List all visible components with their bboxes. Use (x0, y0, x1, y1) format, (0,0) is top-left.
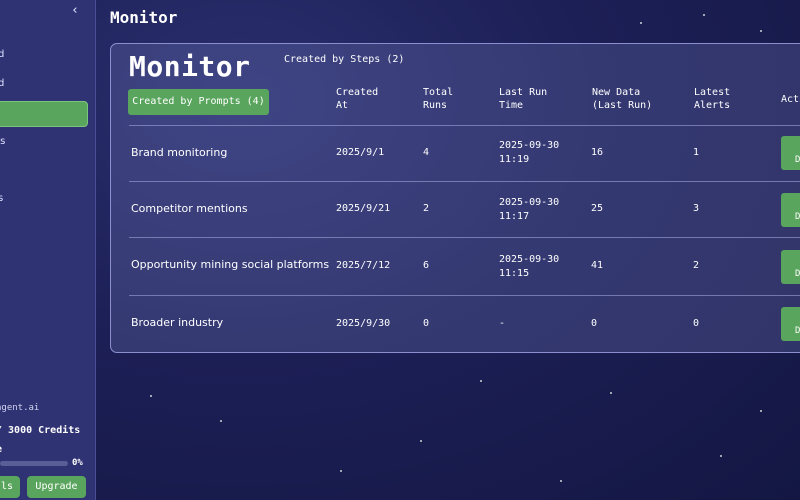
new-data-count: 16 (591, 147, 604, 158)
total-runs: 4 (423, 147, 430, 158)
total-runs: 2 (423, 203, 430, 214)
page-title: Monitor (110, 8, 178, 27)
latest-alerts-count: 3 (693, 203, 700, 214)
column-header-total-runs: Total Runs (423, 86, 453, 112)
sidebar-item-1[interactable]: d (0, 44, 95, 66)
monitor-name[interactable]: Broader industry (131, 315, 223, 330)
last-run-date: 2025-09-30 (499, 254, 560, 265)
last-run-time: 11:17 (499, 211, 530, 222)
last-run-date: 2025-09-30 (499, 140, 560, 151)
column-header-actions: Acti (781, 94, 800, 105)
column-header-line: New Data (592, 87, 641, 98)
column-header-latest-alerts: Latest Alerts (694, 86, 730, 112)
background-star (480, 380, 482, 382)
row-divider (129, 125, 800, 126)
monitor-name[interactable]: Opportunity mining social platforms (131, 257, 329, 272)
column-header-line: (Last Run) (592, 100, 653, 111)
last-run-date: - (499, 318, 506, 329)
new-data-count: 25 (591, 203, 604, 214)
sidebar-item-4[interactable]: es (0, 131, 95, 153)
credits-count: / 3000 Credits (0, 425, 81, 436)
column-header-line: Total (423, 87, 454, 98)
sidebar-item-label: es (0, 136, 6, 147)
tab-created-by-steps[interactable]: Created by Steps (2) (284, 54, 404, 65)
column-header-last-run-time: Last Run Time (499, 86, 547, 112)
monitor-heading: Monitor (129, 50, 251, 83)
chevron-left-icon[interactable]: ‹ (68, 2, 82, 20)
background-star (640, 22, 642, 24)
last-run-time: 11:15 (499, 268, 530, 279)
background-star (560, 480, 562, 482)
background-star (760, 410, 762, 412)
latest-alerts-count: 1 (693, 147, 700, 158)
last-run-date: 2025-09-30 (499, 197, 560, 208)
column-header-line: Alerts (694, 100, 731, 111)
column-header-line: Last Run (499, 87, 548, 98)
row-action-button[interactable]: D (781, 307, 800, 341)
background-star (760, 30, 762, 32)
background-star (220, 420, 222, 422)
row-divider (129, 181, 800, 182)
latest-alerts-count: 0 (693, 318, 700, 329)
total-runs: 6 (423, 260, 430, 271)
monitor-name[interactable]: Brand monitoring (131, 145, 227, 160)
background-star (610, 392, 612, 394)
total-runs: 0 (423, 318, 430, 329)
background-star (720, 455, 722, 457)
column-header-line: Created (336, 87, 379, 98)
credits-usage-percent: 0% (72, 458, 83, 468)
sidebar-item-label: d (0, 73, 4, 95)
monitor-card: Monitor Created by Steps (2) Created by … (110, 43, 800, 353)
row-action-button[interactable]: D (781, 250, 800, 284)
column-header-line: Latest (694, 87, 731, 98)
column-header-line: Time (499, 100, 524, 111)
sidebar-item-2[interactable]: d (0, 73, 95, 95)
created-at: 2025/9/1 (336, 147, 385, 158)
new-data-count: 41 (591, 260, 604, 271)
credits-usage-bar (0, 461, 68, 466)
tab-created-by-prompts[interactable]: Created by Prompts (4) (128, 89, 269, 115)
new-data-count: 0 (591, 318, 598, 329)
row-divider (129, 237, 800, 238)
sidebar-item-label: d (0, 44, 4, 66)
sidebar: ‹ d d es s agent.ai / 3000 Credits e 0% … (0, 0, 96, 500)
sidebar-item-5[interactable]: s (0, 188, 95, 210)
created-at: 2025/9/21 (336, 203, 391, 214)
column-header-line: Runs (423, 100, 448, 111)
upgrade-button[interactable]: Upgrade (27, 476, 86, 498)
background-star (150, 395, 152, 397)
background-star (420, 440, 422, 442)
column-header-line: At (336, 100, 349, 111)
created-at: 2025/9/30 (336, 318, 391, 329)
column-header-new-data: New Data (Last Run) (592, 86, 652, 112)
last-run-time: 11:19 (499, 154, 530, 165)
row-action-button[interactable]: D (781, 193, 800, 227)
monitor-name[interactable]: Competitor mentions (131, 201, 248, 216)
row-action-button[interactable]: D (781, 136, 800, 170)
background-star (340, 470, 342, 472)
row-divider (129, 295, 800, 296)
latest-alerts-count: 2 (693, 260, 700, 271)
background-star (703, 14, 705, 16)
sidebar-item-label: s (0, 188, 3, 210)
account-domain: agent.ai (0, 403, 40, 413)
plan-label: e (0, 444, 2, 455)
created-at: 2025/7/12 (336, 260, 391, 271)
column-header-created-at: Created At (336, 86, 378, 112)
sidebar-item-monitor[interactable] (0, 101, 88, 127)
sidebar-secondary-button[interactable]: ls (0, 476, 20, 498)
